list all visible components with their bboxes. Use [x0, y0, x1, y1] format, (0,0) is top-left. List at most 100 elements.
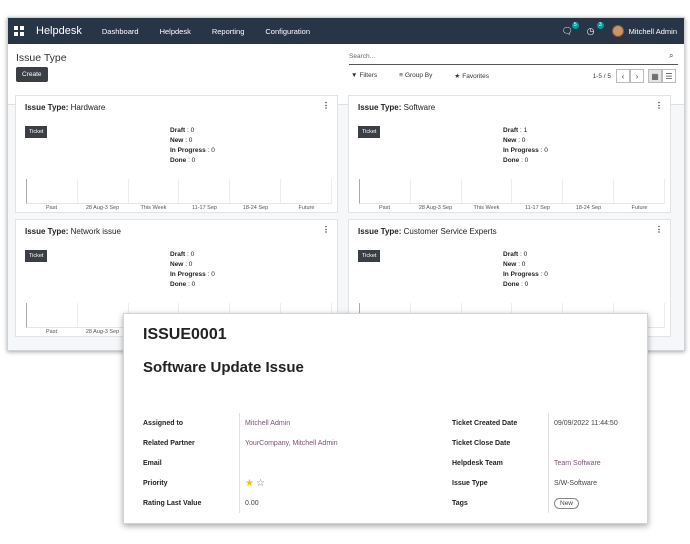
card-title: Issue Type: Software [358, 103, 435, 112]
created-date-field[interactable]: 09/09/2022 11:44:50 [548, 413, 618, 433]
stat-draft[interactable]: Draft : 0 [503, 250, 548, 260]
list-view-icon[interactable]: ☰ [662, 69, 676, 83]
ticket-name[interactable]: Software Update Issue [143, 359, 304, 376]
card-title-label: Issue Type: [358, 227, 402, 236]
timeline-label: 11-17 Sep [192, 205, 217, 211]
ticket-left-fields: Assigned to Mitchell Admin Related Partne… [143, 413, 338, 513]
favorites-button[interactable]: ★ Favorites [452, 69, 501, 83]
menu-dashboard[interactable]: Dashboard [102, 27, 139, 36]
stat-done[interactable]: Done : 0 [503, 156, 548, 166]
card-title-value: Hardware [70, 103, 106, 112]
activity-badge: 3 [596, 22, 604, 29]
card-title: Issue Type: Customer Service Experts [358, 227, 497, 236]
create-button[interactable]: Create [16, 67, 48, 82]
assigned-to-field[interactable]: Mitchell Admin [239, 413, 290, 433]
chat-icon[interactable]: 🗨 5 [562, 22, 579, 37]
favorites-label: Favorites [462, 73, 489, 80]
helpdesk-team-field[interactable]: Team Software [548, 453, 601, 473]
stat-done[interactable]: Done : 0 [503, 280, 548, 290]
card-menu-icon[interactable]: ⋮ [655, 101, 663, 110]
stat-new[interactable]: New : 0 [503, 260, 548, 270]
stat-in-progress[interactable]: In Progress : 0 [503, 270, 548, 280]
card-menu-icon[interactable]: ⋮ [322, 225, 330, 234]
filters-button[interactable]: ▼ Filters [349, 69, 389, 83]
field-label: Priority [143, 479, 168, 487]
stat-done[interactable]: Done : 0 [170, 156, 215, 166]
app-brand[interactable]: Helpdesk [36, 25, 82, 37]
star-filled-icon[interactable]: ★ [245, 478, 254, 489]
timeline-labels: Past 28 Aug-3 Sep This Week 11-17 Sep 18-24 … [359, 205, 665, 211]
close-date-field[interactable] [548, 433, 554, 453]
field-label: Email [143, 459, 162, 467]
ticket-reference: ISSUE0001 [143, 326, 227, 343]
stat-in-progress[interactable]: In Progress : 0 [170, 146, 215, 156]
stat-draft[interactable]: Draft : 0 [170, 250, 215, 260]
menu-configuration[interactable]: Configuration [265, 27, 310, 36]
apps-menu-icon[interactable] [14, 26, 24, 36]
stat-done[interactable]: Done : 0 [170, 280, 215, 290]
card-stats: Draft : 0 New : 0 In Progress : 0 Done :… [503, 250, 548, 290]
kanban-view-icon[interactable]: ▦ [648, 69, 662, 83]
timeline-label: 28 Aug-3 Sep [85, 329, 120, 335]
menu-reporting[interactable]: Reporting [212, 27, 245, 36]
pager-value[interactable]: 1-5 / 5 [593, 73, 611, 80]
top-navbar: Helpdesk Dashboard Helpdesk Reporting Co… [8, 18, 684, 44]
timeline-label: Past [378, 205, 390, 211]
pager-next-button[interactable]: › [630, 69, 644, 83]
stat-draft[interactable]: Draft : 0 [170, 126, 215, 136]
timeline-label: 18-24 Sep [575, 205, 602, 211]
ticket-button[interactable]: Ticket [358, 126, 381, 138]
avatar[interactable] [611, 25, 624, 37]
card-stats: Draft : 1 New : 0 In Progress : 0 Done :… [503, 126, 548, 166]
star-empty-icon[interactable]: ☆ [256, 478, 265, 489]
issue-type-card-software[interactable]: Issue Type: Software ⋮ Ticket Draft : 1 … [348, 95, 671, 213]
stat-new[interactable]: New : 0 [170, 136, 215, 146]
tags-field[interactable]: New [548, 493, 580, 513]
card-title-label: Issue Type: [358, 103, 402, 112]
card-menu-icon[interactable]: ⋮ [322, 101, 330, 110]
menu-helpdesk[interactable]: Helpdesk [160, 27, 191, 36]
user-name[interactable]: Mitchell Admin [629, 27, 677, 36]
card-title-value: Network issue [70, 227, 121, 236]
helpdesk-window: Helpdesk Dashboard Helpdesk Reporting Co… [7, 17, 685, 351]
field-label: Related Partner [143, 439, 195, 447]
ticket-button[interactable]: Ticket [25, 250, 48, 262]
related-partner-field[interactable]: YourCompany, Mitchell Admin [239, 433, 338, 453]
timeline-label: 11-17 Sep [525, 205, 550, 211]
stat-in-progress[interactable]: In Progress : 0 [503, 146, 548, 156]
timeline-label: Future [298, 205, 315, 211]
activity-clock-icon[interactable]: ◷ 3 [587, 22, 604, 37]
timeline-label: This Week [140, 205, 167, 211]
ticket-form-overlay: ISSUE0001 Software Update Issue Assigned… [123, 313, 648, 524]
field-label: Assigned to [143, 419, 184, 427]
field-label: Helpdesk Team [452, 459, 503, 467]
card-title: Issue Type: Network issue [25, 227, 121, 236]
tag-pill[interactable]: New [554, 497, 580, 509]
ticket-button[interactable]: Ticket [25, 126, 48, 138]
filters-label: Filters [359, 72, 378, 79]
issue-type-field[interactable]: S/W-Software [548, 473, 597, 493]
timeline-label: 18-24 Sep [242, 205, 269, 211]
search-icon[interactable]: ⌕ [669, 51, 673, 61]
ticket-button[interactable]: Ticket [358, 250, 381, 262]
card-stats: Draft : 0 New : 0 In Progress : 0 Done :… [170, 250, 215, 290]
stat-new[interactable]: New : 0 [170, 260, 215, 270]
stat-draft[interactable]: Draft : 1 [503, 126, 548, 136]
timeline-label: This Week [473, 205, 500, 211]
rating-field: 0.00 [239, 493, 259, 513]
stat-new[interactable]: New : 0 [503, 136, 548, 146]
email-field[interactable] [239, 453, 245, 473]
timeline-labels: Past 28 Aug-3 Sep This Week 11-17 Sep 18-24 … [26, 205, 332, 211]
card-menu-icon[interactable]: ⋮ [655, 225, 663, 234]
field-label: Tags [452, 499, 468, 507]
pager-previous-button[interactable]: ‹ [616, 69, 630, 83]
groupby-button[interactable]: ≡ Group By [397, 69, 444, 83]
search-input[interactable]: Search... [349, 50, 678, 65]
field-label: Rating Last Value [143, 499, 202, 507]
stat-in-progress[interactable]: In Progress : 0 [170, 270, 215, 280]
card-title-value: Software [403, 103, 436, 112]
timeline-label: 28 Aug-3 Sep [418, 205, 453, 211]
card-stats: Draft : 0 New : 0 In Progress : 0 Done :… [170, 126, 215, 166]
issue-type-card-hardware[interactable]: Issue Type: Hardware ⋮ Ticket Draft : 0 … [15, 95, 338, 213]
timeline-label: Past [45, 205, 57, 211]
